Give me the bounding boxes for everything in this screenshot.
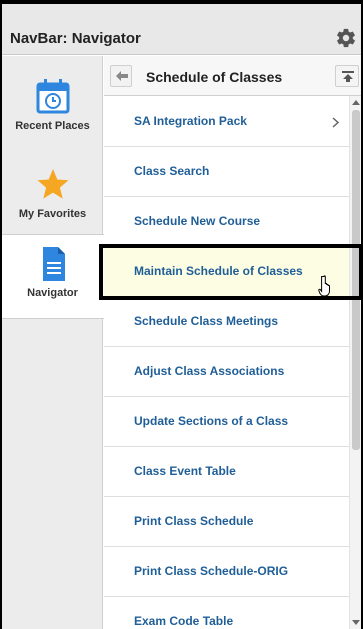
menu-item-label: Print Class Schedule-ORIG [134, 564, 289, 578]
menu-item-schedule-new-course[interactable]: Schedule New Course [104, 197, 349, 247]
navigator-window: NavBar: Navigator Recent Places My Favor… [2, 4, 361, 629]
panel-title: Schedule of Classes [146, 69, 283, 85]
menu-item-label: Class Event Table [134, 464, 236, 478]
panel-header: Schedule of Classes [104, 56, 361, 96]
navbar-rail: Recent Places My Favorites Navigator [2, 56, 104, 629]
gear-icon[interactable] [335, 27, 357, 49]
scroll-up-arrow-icon[interactable] [352, 99, 360, 105]
menu-item-class-event-table[interactable]: Class Event Table [104, 447, 349, 497]
hand-cursor-icon [318, 275, 330, 297]
menu-item-update-sections-of-a-class[interactable]: Update Sections of a Class [104, 397, 349, 447]
menu-item-label: Exam Code Table [134, 614, 234, 628]
menu-item-adjust-class-associations[interactable]: Adjust Class Associations [104, 347, 349, 397]
scroll-top-button[interactable] [335, 65, 359, 87]
scroll-top-icon [342, 71, 354, 82]
star-icon [37, 169, 69, 199]
menu-item-label: Schedule New Course [134, 214, 261, 228]
scrollbar-thumb[interactable] [352, 110, 360, 450]
window-title: NavBar: Navigator [10, 30, 141, 47]
menu-item-schedule-class-meetings[interactable]: Schedule Class Meetings [104, 297, 349, 347]
navigator-panel: Schedule of Classes SA Integration Pack … [104, 56, 361, 629]
menu-item-label: Adjust Class Associations [134, 364, 285, 378]
rail-item-recent-places[interactable]: Recent Places [2, 68, 103, 153]
title-bar: NavBar: Navigator [2, 4, 361, 55]
document-icon [43, 247, 65, 281]
menu-item-print-class-schedule-orig[interactable]: Print Class Schedule-ORIG [104, 547, 349, 597]
menu-item-class-search[interactable]: Class Search [104, 147, 349, 197]
menu-item-maintain-schedule-of-classes[interactable]: Maintain Schedule of Classes [104, 247, 349, 297]
back-button[interactable] [110, 65, 132, 87]
menu-item-print-class-schedule[interactable]: Print Class Schedule [104, 497, 349, 547]
menu-item-label: Print Class Schedule [134, 514, 254, 528]
rail-label-navigator: Navigator [27, 287, 78, 299]
menu-item-label: Class Search [134, 164, 210, 178]
menu-item-label: SA Integration Pack [134, 114, 247, 128]
menu-item-sa-integration-pack[interactable]: SA Integration Pack [104, 97, 349, 147]
menu-item-exam-code-table[interactable]: Exam Code Table [104, 597, 349, 629]
menu-item-label: Maintain Schedule of Classes [134, 264, 303, 278]
menu-list: SA Integration Pack Class Search Schedul… [104, 97, 349, 629]
rail-item-my-favorites[interactable]: My Favorites [2, 156, 103, 241]
menu-item-label: Schedule Class Meetings [134, 314, 279, 328]
left-arrow-icon [116, 71, 128, 81]
scroll-down-arrow-icon[interactable] [352, 620, 360, 626]
vertical-scrollbar[interactable] [349, 96, 361, 629]
menu-item-label: Update Sections of a Class [134, 414, 289, 428]
rail-item-navigator[interactable]: Navigator [2, 234, 104, 319]
calendar-clock-icon [36, 79, 70, 114]
rail-label-my-favorites: My Favorites [18, 208, 87, 220]
chevron-right-icon [332, 117, 339, 128]
rail-label-recent-places: Recent Places [15, 120, 90, 132]
